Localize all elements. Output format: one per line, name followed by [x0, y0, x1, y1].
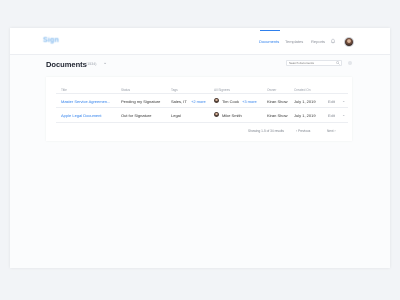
page-title: Documents	[46, 60, 87, 69]
chevron-down-icon[interactable]: ⌄	[103, 60, 107, 66]
document-status: Out for Signature	[121, 113, 152, 118]
owner-name: Kiran Show	[267, 113, 288, 118]
column-header-tags[interactable]: Tags	[171, 88, 178, 92]
nav-documents[interactable]: Documents	[259, 39, 279, 44]
signee-name: Tim Cook	[222, 99, 239, 104]
header-divider	[56, 93, 348, 94]
nav-reports[interactable]: Reports	[311, 39, 325, 44]
column-header-title[interactable]: Title	[61, 88, 67, 92]
bell-icon[interactable]	[330, 38, 336, 44]
row-divider	[56, 122, 348, 123]
created-date: July 1, 2019	[294, 99, 316, 104]
more-options-icon[interactable]: ⌄	[342, 98, 345, 103]
signee-avatar	[214, 112, 219, 117]
document-status: Pending my Signature	[121, 99, 161, 104]
column-header-status[interactable]: Status	[121, 88, 130, 92]
search-input[interactable]	[286, 60, 342, 66]
search-icon[interactable]	[336, 61, 340, 65]
created-date: July 1, 2019	[294, 113, 316, 118]
more-options-icon[interactable]: ⌄	[342, 112, 345, 117]
document-tags: Legal	[171, 113, 181, 118]
previous-page-button[interactable]: ‹ Previous	[296, 129, 310, 133]
active-tab-indicator	[260, 30, 280, 31]
document-title-link[interactable]: Master Service Agreemen...	[61, 99, 110, 104]
filter-button[interactable]	[348, 61, 352, 65]
app-logo[interactable]: Sign	[43, 37, 59, 44]
column-header-owner[interactable]: Owner	[267, 88, 276, 92]
results-summary: Showing 1-5 of 34 results	[248, 129, 284, 133]
owner-name: Kiran Show	[267, 99, 288, 104]
document-title-link[interactable]: Apple Legal Document	[61, 113, 101, 118]
column-header-created[interactable]: Created On	[294, 88, 310, 92]
row-divider	[56, 107, 348, 108]
column-header-signees[interactable]: All Signees	[214, 88, 230, 92]
nav-templates[interactable]: Templates	[285, 39, 303, 44]
document-count: (1534)	[86, 62, 97, 66]
signee-avatar	[214, 98, 219, 103]
tags-more-link[interactable]: +2 more	[191, 99, 206, 104]
signee-name: Mike Smith	[222, 113, 242, 118]
signees-more-link[interactable]: +3 more	[242, 99, 257, 104]
user-avatar[interactable]	[344, 37, 354, 47]
edit-button[interactable]: Edit	[328, 113, 335, 118]
document-tags: Sales, IT	[171, 99, 187, 104]
next-page-button[interactable]: Next ›	[327, 129, 336, 133]
edit-button[interactable]: Edit	[328, 99, 335, 104]
